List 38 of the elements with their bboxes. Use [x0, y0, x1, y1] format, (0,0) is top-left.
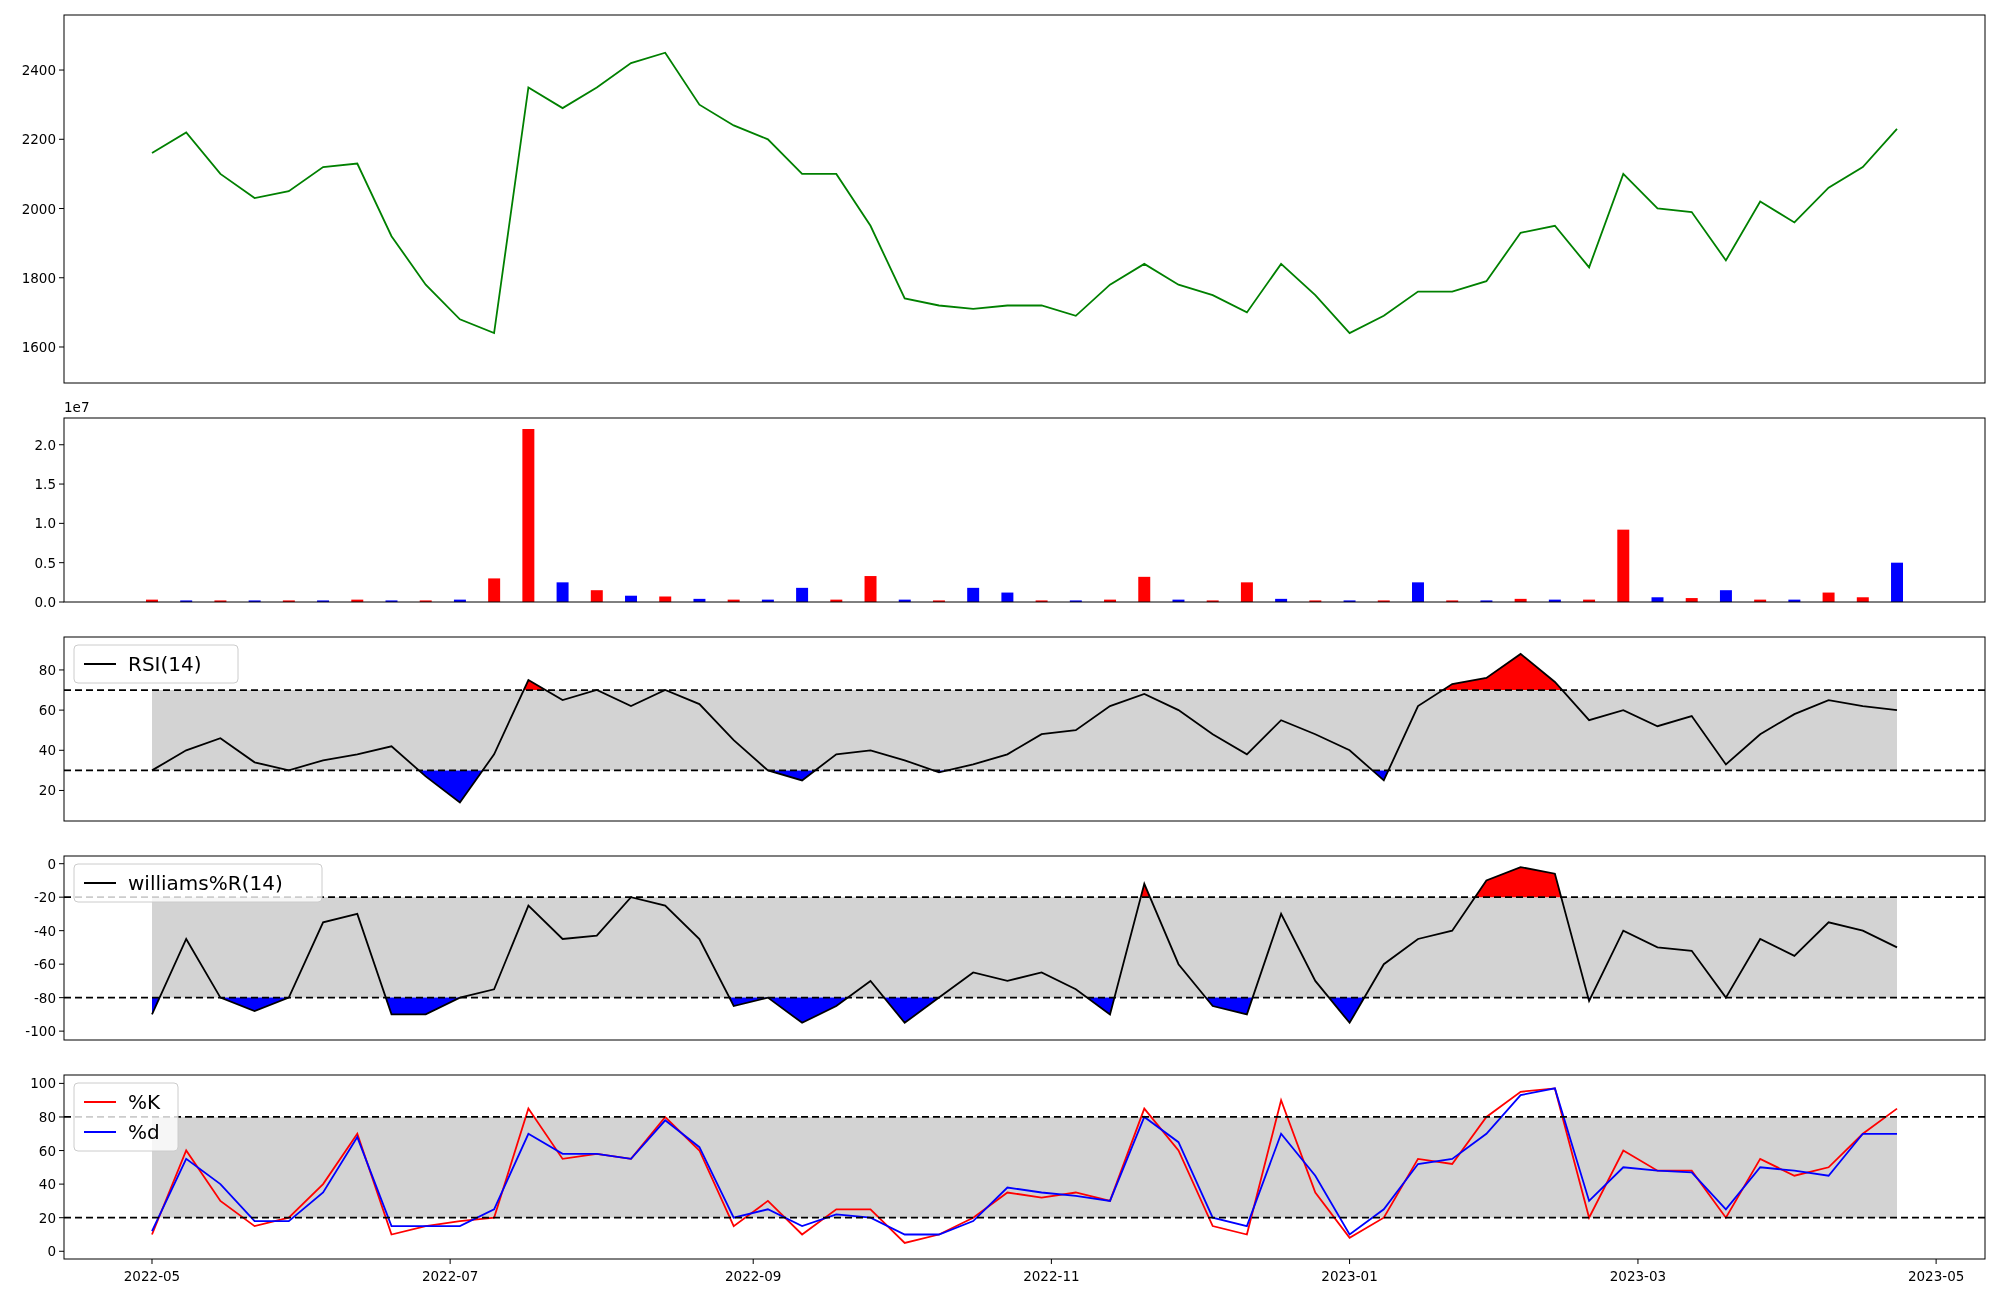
y-tick-label: -80	[33, 989, 56, 1006]
y-tick-label: 80	[38, 1108, 56, 1125]
legend-label: RSI(14)	[128, 652, 202, 676]
y-tick-label: 2400	[21, 62, 56, 79]
x-tick-label: 2023-01	[1321, 1268, 1378, 1284]
y-tick-label: 1.0	[34, 515, 56, 532]
x-tick-label: 2023-03	[1609, 1268, 1667, 1284]
y-tick-label: 2.0	[34, 436, 56, 453]
y-tick-label: 1600	[21, 339, 56, 355]
y-tick-label: 40	[38, 742, 56, 759]
y-tick-label: -40	[33, 922, 56, 939]
y-tick-label: 20	[38, 782, 56, 799]
y-tick-label: 80	[38, 661, 56, 678]
x-tick-label: 2022-11	[1023, 1268, 1080, 1284]
y-tick-label: 0	[47, 855, 56, 872]
y-tick-label: 40	[38, 1176, 56, 1193]
y-tick-label: 2200	[21, 131, 56, 148]
x-tick-label: 2023-05	[1907, 1268, 1965, 1284]
y-tick-label: 20	[38, 1209, 56, 1226]
y-tick-label: -100	[25, 1023, 56, 1040]
legend-label: williams%R(14)	[128, 871, 283, 895]
axis-scale-label: 1e7	[64, 399, 90, 415]
y-tick-label: 0.0	[34, 594, 56, 610]
y-tick-label: 0	[47, 1243, 56, 1260]
y-tick-label: 2000	[21, 200, 56, 217]
x-tick-label: 2022-07	[421, 1268, 479, 1284]
y-tick-label: 100	[30, 1075, 56, 1092]
legend-label: %d	[128, 1120, 160, 1144]
y-tick-label: 1.5	[34, 476, 56, 493]
y-tick-label: -20	[33, 889, 56, 906]
legend-label: %K	[128, 1090, 161, 1114]
y-tick-label: 60	[38, 702, 56, 719]
x-tick-label: 2022-09	[725, 1268, 782, 1284]
x-tick-label: 2022-05	[123, 1268, 181, 1284]
y-tick-label: 60	[38, 1142, 56, 1159]
y-tick-label: 1800	[21, 269, 56, 286]
y-tick-label: 0.5	[34, 554, 56, 571]
y-tick-label: -60	[33, 956, 56, 973]
